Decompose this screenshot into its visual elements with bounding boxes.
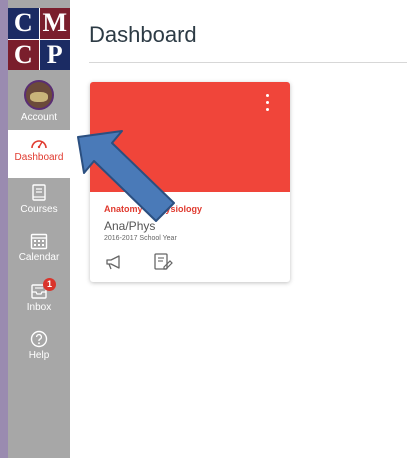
nav-courses-label: Courses <box>20 204 58 215</box>
nav-inbox[interactable]: 1 Inbox <box>8 278 70 322</box>
dashboard-icon <box>31 140 47 149</box>
nav-account-label: Account <box>20 112 58 123</box>
nav-inbox-label: Inbox <box>26 302 52 313</box>
school-logo[interactable]: C M C P <box>8 8 70 70</box>
inbox-unread-badge: 1 <box>43 278 56 291</box>
logo-letter: C <box>8 39 39 70</box>
page-title: Dashboard <box>89 22 197 47</box>
course-term: 2016-2017 School Year <box>104 235 177 242</box>
nav-dashboard[interactable]: Dashboard <box>8 130 70 178</box>
nav-calendar-label: Calendar <box>18 252 60 263</box>
nav-calendar[interactable]: Calendar <box>8 232 70 272</box>
announcements-icon[interactable] <box>104 252 126 272</box>
logo-letter: P <box>39 39 70 70</box>
nav-help-label: Help <box>28 350 50 361</box>
nav-dashboard-label: Dashboard <box>14 152 64 163</box>
nav-courses[interactable]: Courses <box>8 184 70 224</box>
course-code: Ana/Phys <box>104 219 156 233</box>
course-card[interactable]: Anatomy & Physiology Ana/Phys 2016-2017 … <box>90 82 290 282</box>
logo-letter: C <box>8 8 39 39</box>
window-border <box>0 0 8 458</box>
help-icon <box>30 330 48 348</box>
assignments-icon[interactable] <box>152 252 174 272</box>
logo-letter: M <box>39 8 70 39</box>
course-name-link[interactable]: Anatomy & Physiology <box>104 204 202 214</box>
avatar <box>24 80 54 110</box>
header-divider <box>89 62 407 63</box>
calendar-icon <box>30 233 48 250</box>
app-window: C M C P Account Dashboard Courses Calend… <box>0 0 407 458</box>
nav-account[interactable]: Account <box>8 80 70 123</box>
card-options-icon[interactable] <box>264 94 270 116</box>
nav-help[interactable]: Help <box>8 330 70 370</box>
course-card-hero[interactable] <box>90 82 290 192</box>
courses-icon <box>32 184 46 201</box>
